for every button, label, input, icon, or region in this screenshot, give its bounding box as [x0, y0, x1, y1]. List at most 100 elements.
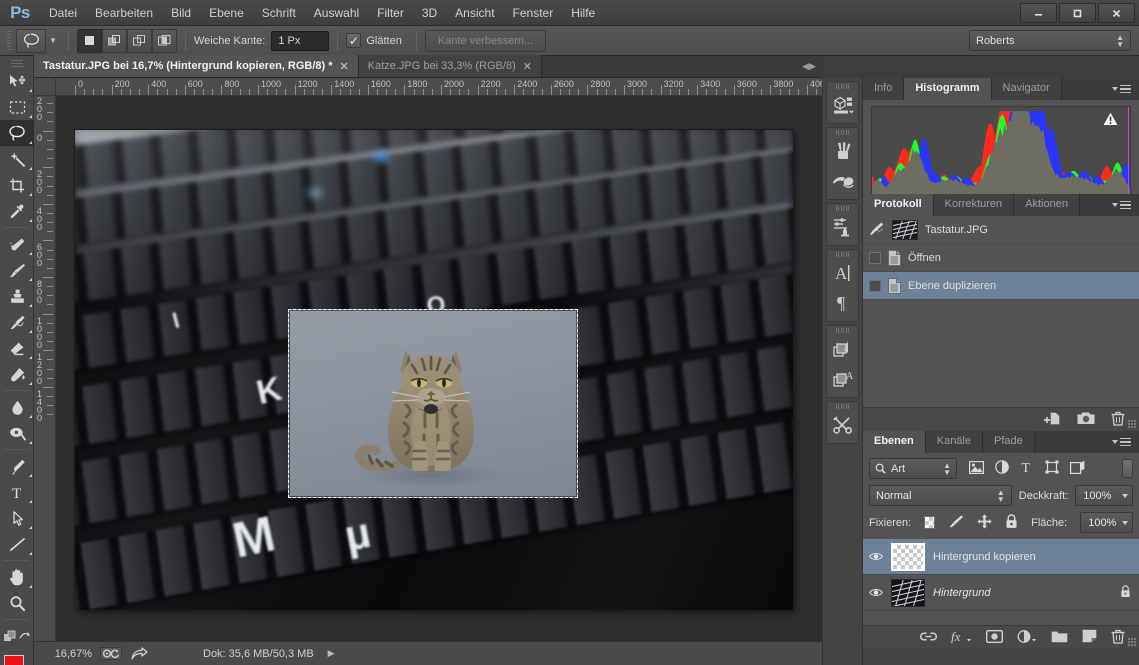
cached-data-warning-icon[interactable]: [1103, 112, 1118, 126]
menu-ebene[interactable]: Ebene: [200, 0, 253, 26]
dock-grip[interactable]: [827, 250, 858, 258]
filter-smart-object-icon[interactable]: [1070, 460, 1085, 477]
history-state-ebene-duplizieren[interactable]: Ebene duplizieren: [863, 272, 1139, 300]
tab-overflow-chevron-icon[interactable]: ◀▶: [802, 55, 822, 77]
tool-presets-icon[interactable]: [827, 410, 858, 440]
delete-layer-icon[interactable]: [1111, 629, 1125, 647]
document-window[interactable]: K M µ I O Alt: [75, 130, 793, 610]
close-icon[interactable]: ✕: [523, 60, 532, 73]
rectangular-marquee-tool[interactable]: [0, 94, 34, 120]
fill-dropdown-icon[interactable]: [1122, 520, 1128, 525]
menu-3d[interactable]: 3D: [413, 0, 446, 26]
color-swatches[interactable]: [0, 653, 34, 665]
character-icon[interactable]: A: [827, 258, 858, 288]
dodge-tool[interactable]: [0, 420, 34, 446]
add-to-selection-button[interactable]: [102, 28, 127, 53]
line-tool[interactable]: [0, 531, 34, 557]
dock-grip[interactable]: [827, 82, 858, 90]
clone-stamp-tool[interactable]: [0, 283, 34, 309]
new-snapshot-icon[interactable]: [1077, 411, 1095, 428]
delete-state-icon[interactable]: [1111, 411, 1125, 429]
tab-aktionen[interactable]: Aktionen: [1014, 194, 1080, 216]
menu-bearbeiten[interactable]: Bearbeiten: [86, 0, 162, 26]
history-source-checkbox[interactable]: [869, 251, 881, 264]
type-tool[interactable]: T: [0, 479, 34, 505]
horizontal-ruler[interactable]: 0 200 400 600 800 1000 1200 1400 1600 1800 2000 220…: [56, 78, 822, 96]
filter-shape-icon[interactable]: [1045, 460, 1059, 477]
histogram-graph[interactable]: [871, 106, 1131, 198]
link-layers-icon[interactable]: [920, 631, 937, 645]
opacity-input[interactable]: 100%: [1075, 485, 1133, 506]
zoom-level[interactable]: 16,67%: [34, 648, 100, 660]
panel-menu-icon[interactable]: [1104, 431, 1139, 453]
layer-comps-icon[interactable]: [827, 334, 858, 364]
pixel-grid-icon[interactable]: [100, 647, 122, 660]
layer-thumbnail[interactable]: [889, 576, 927, 608]
snapshot-brush-icon[interactable]: [869, 221, 885, 239]
refine-edge-button[interactable]: Kante verbessern...: [424, 29, 547, 52]
new-group-icon[interactable]: [1051, 630, 1068, 646]
brush-tool[interactable]: [0, 257, 34, 283]
filter-type-icon[interactable]: T: [1020, 460, 1034, 477]
tab-histogramm[interactable]: Histogramm: [904, 78, 992, 100]
tab-protokoll[interactable]: Protokoll: [863, 194, 934, 216]
menu-ansicht[interactable]: Ansicht: [446, 0, 503, 26]
panel-menu-icon[interactable]: [1104, 78, 1139, 100]
menu-hilfe[interactable]: Hilfe: [562, 0, 604, 26]
document-tab-katze[interactable]: Katze.JPG bei 33,3% (RGB/8) ✕: [358, 55, 542, 77]
layer-thumbnail[interactable]: [891, 542, 925, 571]
blur-tool[interactable]: [0, 394, 34, 420]
menu-auswahl[interactable]: Auswahl: [305, 0, 368, 26]
tool-preset-chevron-icon[interactable]: ▼: [46, 36, 60, 45]
layer-filter-kind-select[interactable]: Art ▲ ▼: [869, 458, 957, 479]
panel-resize-grip[interactable]: [1128, 420, 1137, 429]
tools-panel-grip[interactable]: [0, 56, 33, 68]
menu-datei[interactable]: Datei: [40, 0, 86, 26]
blend-mode-select[interactable]: Normal ▲ ▼: [869, 485, 1012, 506]
layer-mask-icon[interactable]: [985, 629, 1004, 646]
lock-position-icon[interactable]: [977, 514, 992, 532]
eraser-tool[interactable]: [0, 335, 34, 361]
adjustments-icon[interactable]: [827, 212, 858, 242]
filter-adjustment-icon[interactable]: [995, 460, 1009, 477]
subtract-from-selection-button[interactable]: [127, 28, 152, 53]
layer-row-hintergrund-kopieren[interactable]: Hintergrund kopieren: [863, 539, 1139, 575]
antialias-checkbox[interactable]: ✓: [346, 33, 362, 48]
history-snapshot-row[interactable]: Tastatur.JPG: [863, 216, 1139, 244]
intersect-selection-button[interactable]: [152, 28, 177, 53]
move-tool[interactable]: [0, 68, 34, 94]
lasso-tool[interactable]: [0, 120, 34, 146]
tab-kanaele[interactable]: Kanäle: [925, 431, 983, 453]
history-state-oeffnen[interactable]: Öffnen: [863, 244, 1139, 272]
new-selection-button[interactable]: [77, 28, 102, 53]
dock-grip[interactable]: [827, 326, 858, 334]
dock-grip[interactable]: [827, 204, 858, 212]
dock-grip[interactable]: [827, 128, 858, 136]
path-selection-tool[interactable]: [0, 505, 34, 531]
history-state-list[interactable]: Tastatur.JPG Öffnen Ebene duplizieren: [863, 216, 1139, 407]
menu-fenster[interactable]: Fenster: [504, 0, 563, 26]
layer-visibility-icon[interactable]: [869, 587, 883, 598]
pasted-cat-image[interactable]: [288, 309, 578, 498]
lock-all-icon[interactable]: [1005, 513, 1018, 532]
close-button[interactable]: [1098, 3, 1135, 23]
eyedropper-tool[interactable]: [0, 198, 34, 224]
lock-image-icon[interactable]: [948, 514, 964, 531]
spot-healing-brush-tool[interactable]: [0, 231, 34, 257]
new-document-from-state-icon[interactable]: [1044, 411, 1061, 429]
filter-enable-toggle[interactable]: [1122, 459, 1133, 478]
share-icon[interactable]: [131, 646, 148, 661]
tab-ebenen[interactable]: Ebenen: [863, 431, 926, 453]
paragraph-icon[interactable]: ¶: [827, 288, 858, 318]
options-bar-grip[interactable]: [4, 30, 14, 52]
tab-navigator[interactable]: Navigator: [991, 78, 1062, 100]
document-tab-tastatur[interactable]: Tastatur.JPG bei 16,7% (Hintergrund kopi…: [34, 55, 359, 77]
maximize-button[interactable]: [1059, 3, 1096, 23]
canvas-area[interactable]: K M µ I O Alt: [56, 96, 822, 641]
clone-source-icon[interactable]: [827, 166, 858, 196]
hand-tool[interactable]: [0, 564, 34, 590]
layer-visibility-icon[interactable]: [869, 551, 883, 562]
minimize-button[interactable]: [1020, 3, 1057, 23]
lasso-icon[interactable]: [16, 28, 46, 53]
history-brush-tool[interactable]: [0, 309, 34, 335]
